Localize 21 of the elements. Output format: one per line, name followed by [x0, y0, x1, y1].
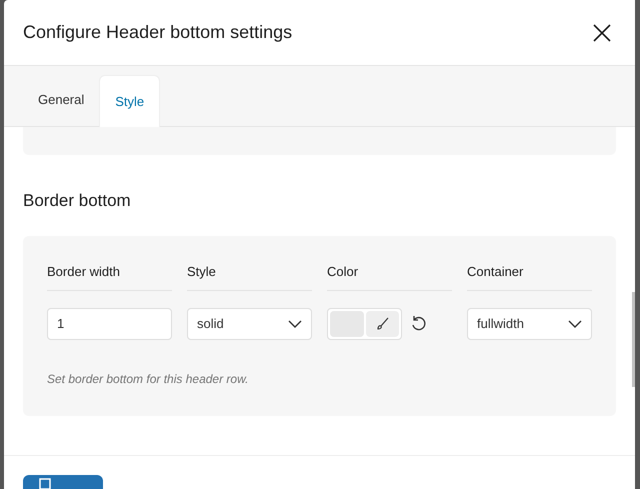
column-label: Style	[187, 262, 312, 291]
chevron-icon	[568, 320, 582, 328]
save-icon	[39, 478, 51, 489]
container-dropdown[interactable]: fullwidth	[467, 308, 592, 340]
brush-icon	[376, 317, 390, 331]
dialog-title: Configure Header bottom settings	[23, 21, 292, 44]
column-label: Border width	[47, 262, 172, 291]
style-dropdown[interactable]: solid	[187, 308, 312, 340]
color-swatch	[330, 311, 364, 337]
border-width-field[interactable]: 1	[47, 308, 172, 340]
tab[interactable]: Style	[99, 75, 160, 127]
column-label: Container	[467, 262, 592, 291]
tab[interactable]: General	[23, 74, 100, 126]
close-icon	[592, 22, 612, 42]
chevron-icon	[288, 320, 302, 328]
color-picker[interactable]	[327, 308, 402, 340]
column-label: Color	[327, 262, 452, 291]
section-heading: Border bottom	[23, 190, 132, 212]
close-button[interactable]	[591, 22, 613, 44]
reset-icon[interactable]	[410, 315, 428, 333]
help-text: Set border bottom for this header row.	[47, 371, 250, 388]
